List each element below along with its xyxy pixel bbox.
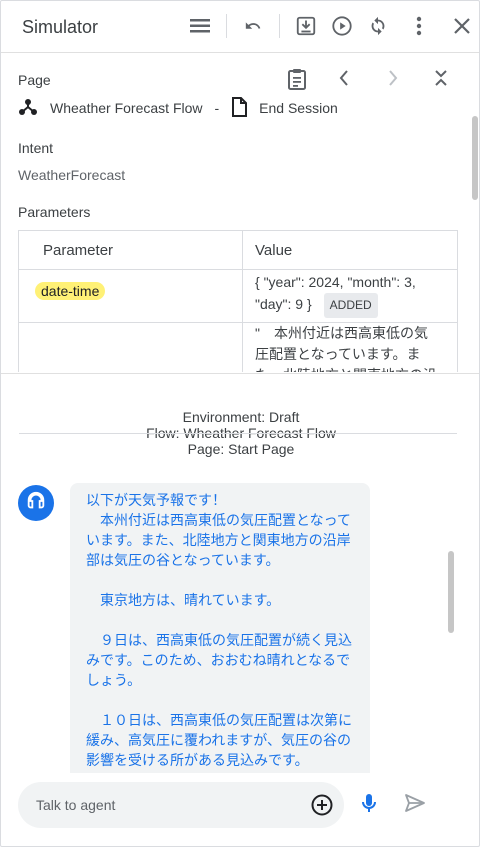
column-header-parameter: Parameter	[18, 230, 243, 270]
flow-icon	[18, 97, 38, 120]
added-badge: ADDED	[323, 293, 378, 318]
parameters-table: Parameter Value date-time { "year": 2024…	[18, 230, 458, 372]
send-icon[interactable]	[403, 791, 427, 815]
page-icon	[231, 96, 248, 120]
agent-message-bubble: 以下が天気予報です！ 本州付近は西高東低の気圧配置となっています。また、北陸地方…	[70, 483, 370, 773]
simulator-title: Simulator	[22, 17, 99, 37]
flow-page-row: Wheather Forecast Flow - End Session	[18, 96, 338, 120]
table-row: " 本州付近は西高東低の気圧配置となっています。また、北陸地方と関東地方の沿岸部…	[18, 322, 458, 372]
header-divider	[279, 14, 280, 38]
simulator-header: Simulator	[1, 1, 479, 53]
parameter-value: " 本州付近は西高東低の気圧配置となっています。また、北陸地方と関東地方の沿岸部…	[255, 325, 437, 372]
agent-message-text: 以下が天気予報です！ 本州付近は西高東低の気圧配置となっています。また、北陸地方…	[86, 493, 352, 769]
chevron-right-icon[interactable]	[386, 68, 400, 92]
intent-value: WeatherForecast	[18, 167, 126, 183]
page-text: Page: Start Page	[187, 441, 295, 457]
pane-divider[interactable]	[1, 373, 479, 374]
chevron-left-icon[interactable]	[337, 68, 351, 92]
reorder-icon[interactable]	[187, 13, 213, 39]
details-pane: Page Wheather Forecast Flow - End Sessio…	[1, 54, 479, 372]
more-vert-icon[interactable]	[406, 13, 432, 39]
flow-name[interactable]: Wheather Forecast Flow	[50, 100, 203, 116]
table-row: date-time { "year": 2024, "month": 3, "d…	[18, 269, 458, 323]
header-divider	[226, 14, 227, 38]
intent-label: Intent	[18, 140, 54, 156]
agent-avatar	[18, 485, 54, 521]
parameter-name: date-time	[35, 282, 106, 300]
parameter-name-cell: date-time	[18, 269, 243, 323]
mic-icon[interactable]	[357, 791, 381, 815]
add-circle-icon[interactable]	[310, 793, 334, 817]
chat-scrollbar[interactable]	[448, 551, 454, 633]
parameters-label: Parameters	[18, 204, 91, 220]
parameter-value-cell: { "year": 2024, "month": 3, "day": 9 } AD…	[242, 269, 458, 323]
parameter-value-cell: " 本州付近は西高東低の気圧配置となっています。また、北陸地方と関東地方の沿岸部…	[242, 322, 458, 372]
parameter-name-cell	[18, 322, 243, 372]
column-header-value: Value	[242, 230, 458, 270]
download-icon[interactable]	[293, 13, 319, 39]
play-icon[interactable]	[329, 13, 355, 39]
clipboard-icon[interactable]	[287, 68, 307, 92]
page-name[interactable]: End Session	[259, 100, 338, 116]
simulator-panel: Simulator Page Wheather Forecast Flow - …	[0, 0, 480, 847]
collapse-icon[interactable]	[433, 68, 449, 92]
message-input-container	[18, 782, 344, 828]
details-scrollbar[interactable]	[472, 116, 478, 200]
page-label: Page	[18, 72, 51, 88]
undo-icon[interactable]	[240, 13, 266, 39]
close-icon[interactable]	[449, 13, 475, 39]
table-header-row: Parameter Value	[18, 230, 458, 270]
refresh-icon[interactable]	[365, 13, 391, 39]
message-input[interactable]	[18, 782, 298, 828]
headset-icon	[25, 490, 47, 517]
environment-text: Environment: Draft	[182, 409, 300, 425]
environment-divider	[19, 433, 457, 434]
flow-page-separator: -	[214, 100, 220, 116]
